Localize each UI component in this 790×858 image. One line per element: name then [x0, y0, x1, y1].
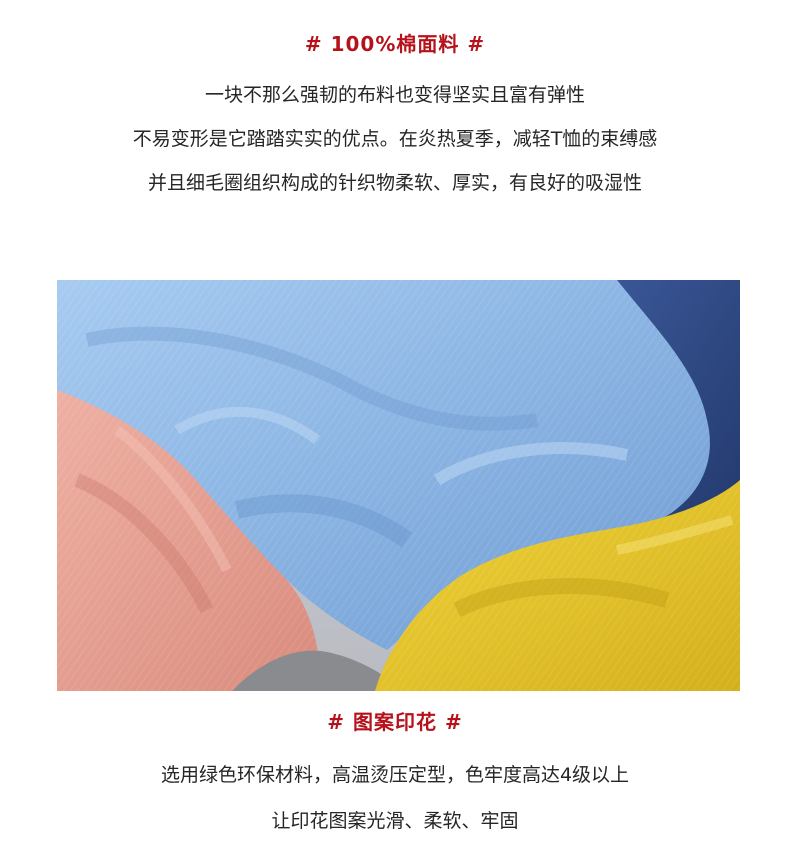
section-title-print: # 图案印花 # — [327, 710, 463, 734]
description-line: 不易变形是它踏踏实实的优点。在炎热夏季，减轻T恤的束缚感 — [132, 128, 658, 150]
description-line: 并且细毛圈组织构成的针织物柔软、厚实，有良好的吸湿性 — [147, 172, 642, 194]
description-line: 让印花图案光滑、柔软、牢固 — [271, 810, 519, 832]
fabric-photo — [57, 280, 740, 691]
description-line: 选用绿色环保材料，高温烫压定型，色牢度高达4级以上 — [160, 764, 630, 786]
section-title-cotton: # 100%棉面料 # — [304, 32, 486, 56]
description-line: 一块不那么强韧的布料也变得坚实且富有弹性 — [204, 84, 585, 106]
